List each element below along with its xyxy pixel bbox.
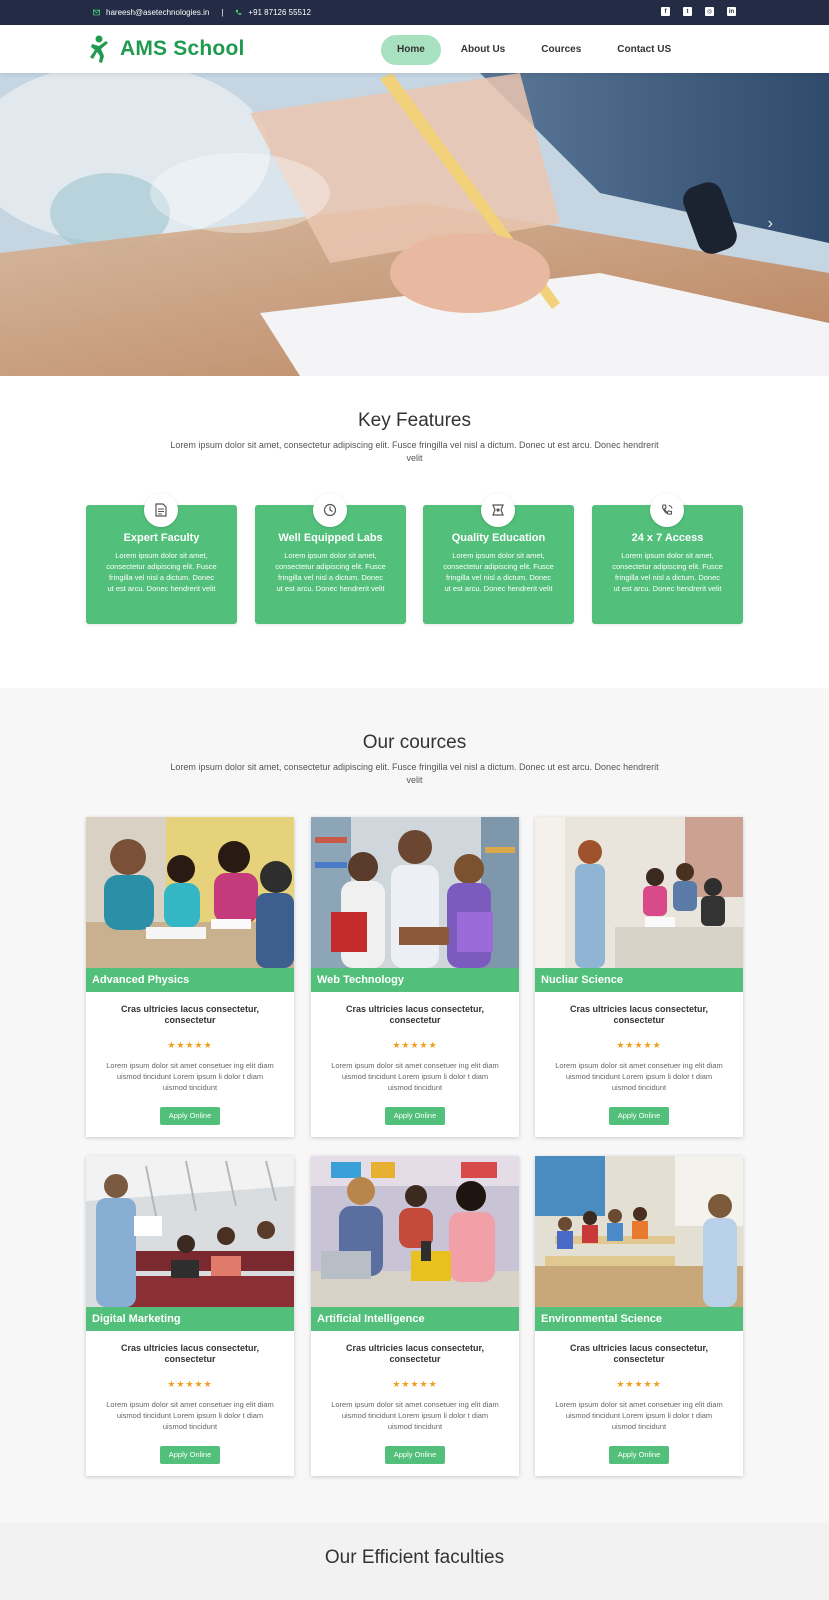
rating-stars: ★★★★★ <box>616 1379 662 1389</box>
course-name[interactable]: Nucliar Science <box>535 968 743 992</box>
course-image <box>86 1156 294 1307</box>
course-description: Lorem ipsum dolor sit amet consetuer ing… <box>106 1400 274 1431</box>
feature-title: 24 x 7 Access <box>631 532 704 544</box>
feature-card-24x7-access: 24 x 7 Access Lorem ipsum dolor sit amet… <box>592 493 743 624</box>
email-link[interactable]: hareesh@asetechnologies.in <box>106 8 209 17</box>
document-icon <box>144 493 178 527</box>
key-features-subtitle: Lorem ipsum dolor sit amet, consectetur … <box>170 440 659 463</box>
key-features-section: Key Features Lorem ipsum dolor sit amet,… <box>0 376 829 688</box>
course-card-advanced-physics: Advanced Physics Cras ultricies lacus co… <box>86 817 294 1137</box>
apply-online-button[interactable]: Apply Online <box>160 1446 220 1464</box>
course-description: Lorem ipsum dolor sit amet consetuer ing… <box>555 1061 723 1092</box>
hero-photo <box>0 73 829 376</box>
course-card-artificial-intelligence: Artificial Intelligence Cras ultricies l… <box>311 1156 519 1476</box>
rating-stars: ★★★★★ <box>167 1379 213 1389</box>
twitter-icon[interactable]: t <box>683 7 692 16</box>
main-nav: Home About Us Cources Contact US <box>381 35 691 65</box>
apply-online-button[interactable]: Apply Online <box>609 1107 669 1125</box>
top-contact-bar: hareesh@asetechnologies.in | +91 87126 5… <box>0 0 829 25</box>
course-subtitle: Cras ultricies lacus consectetur, consec… <box>345 1004 485 1025</box>
logo-text: AMS School <box>120 37 245 60</box>
apply-online-button[interactable]: Apply Online <box>160 1107 220 1125</box>
feature-card-well-equipped-labs: Well Equipped Labs Lorem ipsum dolor sit… <box>255 493 406 624</box>
feature-text: Lorem ipsum dolor sit amet, consectetur … <box>612 551 723 593</box>
course-name[interactable]: Advanced Physics <box>86 968 294 992</box>
contact-info: hareesh@asetechnologies.in | +91 87126 5… <box>93 8 311 17</box>
slider-next-arrow[interactable]: › <box>768 215 773 233</box>
feature-card-expert-faculty: Expert Faculty Lorem ipsum dolor sit ame… <box>86 493 237 624</box>
course-image <box>311 817 519 968</box>
apply-online-button[interactable]: Apply Online <box>609 1446 669 1464</box>
feature-text: Lorem ipsum dolor sit amet, consectetur … <box>275 551 386 593</box>
course-subtitle: Cras ultricies lacus consectetur, consec… <box>120 1343 260 1364</box>
course-name[interactable]: Environmental Science <box>535 1307 743 1331</box>
linkedin-icon[interactable]: in <box>727 7 736 16</box>
rating-stars: ★★★★★ <box>392 1379 438 1389</box>
contact-separator: | <box>221 8 224 17</box>
course-name[interactable]: Web Technology <box>311 968 519 992</box>
facebook-icon[interactable]: f <box>661 7 670 16</box>
apply-online-button[interactable]: Apply Online <box>385 1107 445 1125</box>
course-image <box>535 817 743 968</box>
mail-icon <box>93 9 100 16</box>
course-card-web-technology: Web Technology Cras ultricies lacus cons… <box>311 817 519 1137</box>
feature-text: Lorem ipsum dolor sit amet, consectetur … <box>443 551 554 593</box>
faculties-section: Our Efficient faculties <box>0 1523 829 1600</box>
courses-section: Our cources Lorem ipsum dolor sit amet, … <box>0 688 829 1523</box>
course-subtitle: Cras ultricies lacus consectetur, consec… <box>345 1343 485 1364</box>
feature-title: Quality Education <box>451 532 546 544</box>
phone-icon <box>650 493 684 527</box>
feature-card-quality-education: Quality Education Lorem ipsum dolor sit … <box>423 493 574 624</box>
course-subtitle: Cras ultricies lacus consectetur, consec… <box>120 1004 260 1025</box>
course-description: Lorem ipsum dolor sit amet consetuer ing… <box>331 1400 499 1431</box>
course-image <box>535 1156 743 1307</box>
faculties-title: Our Efficient faculties <box>324 1547 505 1568</box>
courses-subtitle: Lorem ipsum dolor sit amet, consectetur … <box>170 762 659 785</box>
course-card-digital-marketing: Digital Marketing Cras ultricies lacus c… <box>86 1156 294 1476</box>
course-subtitle: Cras ultricies lacus consectetur, consec… <box>569 1343 709 1364</box>
rating-stars: ★★★★★ <box>616 1040 662 1050</box>
course-card-nucliar-science: Nucliar Science Cras ultricies lacus con… <box>535 817 743 1137</box>
key-features-title: Key Features <box>358 410 471 431</box>
course-image <box>86 817 294 968</box>
feature-text: Lorem ipsum dolor sit amet, consectetur … <box>106 551 217 593</box>
course-name[interactable]: Artificial Intelligence <box>311 1307 519 1331</box>
frame-icon <box>481 493 515 527</box>
course-image <box>311 1156 519 1307</box>
rating-stars: ★★★★★ <box>167 1040 213 1050</box>
nav-contact-us[interactable]: Contact US <box>601 35 687 65</box>
rating-stars: ★★★★★ <box>392 1040 438 1050</box>
nav-cources[interactable]: Cources <box>525 35 597 65</box>
feature-title: Expert Faculty <box>123 532 200 544</box>
course-subtitle: Cras ultricies lacus consectetur, consec… <box>569 1004 709 1025</box>
courses-title: Our cources <box>362 732 467 753</box>
hero-slider: › <box>0 73 829 376</box>
site-logo[interactable]: AMS School <box>90 34 245 64</box>
logo-mark-icon <box>90 35 108 63</box>
course-description: Lorem ipsum dolor sit amet consetuer ing… <box>106 1061 274 1092</box>
instagram-icon[interactable]: ◎ <box>705 7 714 16</box>
site-header: AMS School Home About Us Cources Contact… <box>0 25 829 73</box>
nav-home[interactable]: Home <box>381 35 441 65</box>
apply-online-button[interactable]: Apply Online <box>385 1446 445 1464</box>
course-name[interactable]: Digital Marketing <box>86 1307 294 1331</box>
social-links: f t ◎ in <box>661 7 736 16</box>
course-card-environmental-science: Environmental Science Cras ultricies lac… <box>535 1156 743 1476</box>
course-description: Lorem ipsum dolor sit amet consetuer ing… <box>555 1400 723 1431</box>
clock-icon <box>313 493 347 527</box>
feature-title: Well Equipped Labs <box>278 532 383 544</box>
phone-icon <box>236 9 242 15</box>
nav-about-us[interactable]: About Us <box>445 35 521 65</box>
course-description: Lorem ipsum dolor sit amet consetuer ing… <box>331 1061 499 1092</box>
phone-link[interactable]: +91 87126 55512 <box>248 8 311 17</box>
